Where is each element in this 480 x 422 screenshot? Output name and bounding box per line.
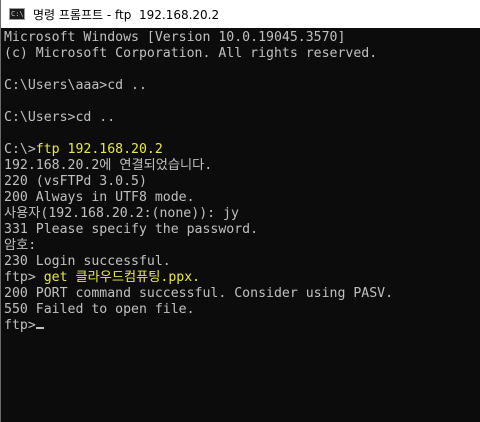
console-command-text: ftp 192.168.20.2 [35, 142, 163, 157]
command-prompt-window: 명령 프롬프트 - ftp 192.168.20.2 Microsoft Win… [0, 0, 480, 422]
console-line-text: 192.168.20.2에 연결되었습니다. [4, 158, 213, 173]
console-line-text: 사용자(192.168.20.2:(none)): jy [4, 206, 239, 221]
console-line: 331 Please specify the password. [4, 222, 478, 238]
window-title: 명령 프롬프트 - ftp 192.168.20.2 [33, 7, 220, 22]
console-line: C:\Users\aaa>cd .. [4, 78, 478, 94]
console-line: 230 Login successful. [4, 254, 478, 270]
console-line: 550 Failed to open file. [4, 302, 478, 318]
console-line: ftp> get 클라우드컴퓨팅.ppx. [4, 270, 478, 286]
console-line: 200 Always in UTF8 mode. [4, 190, 478, 206]
console-line: C:\>ftp 192.168.20.2 [4, 142, 478, 158]
console-line: ftp> [4, 318, 478, 334]
console-line: 220 (vsFTPd 3.0.5) [4, 174, 478, 190]
console-command-text: get 클라우드컴퓨팅.ppx. [43, 270, 201, 285]
console-line: 사용자(192.168.20.2:(none)): jy [4, 206, 478, 222]
console-line-text: (c) Microsoft Corporation. All rights re… [4, 46, 378, 61]
console-line-text: 550 Failed to open file. [4, 302, 195, 317]
console-line: Microsoft Windows [Version 10.0.19045.35… [4, 30, 478, 46]
console-output[interactable]: Microsoft Windows [Version 10.0.19045.35… [4, 30, 478, 420]
console-line-text: 331 Please specify the password. [4, 222, 259, 237]
console-line-text: ftp> [4, 318, 36, 333]
console-line: C:\Users>cd .. [4, 110, 478, 126]
console-line-text: 200 Always in UTF8 mode. [4, 190, 195, 205]
console-line: 200 PORT command successful. Consider us… [4, 286, 478, 302]
console-line-text: 230 Login successful. [4, 254, 171, 269]
console-line-text: ftp> [4, 270, 44, 285]
console-line: 192.168.20.2에 연결되었습니다. [4, 158, 478, 174]
title-bar[interactable]: 명령 프롬프트 - ftp 192.168.20.2 [1, 0, 480, 28]
text-cursor [35, 327, 44, 329]
console-line-text: 220 (vsFTPd 3.0.5) [4, 174, 147, 189]
console-line-text: 200 PORT command successful. Consider us… [4, 286, 394, 301]
cmd-icon [9, 8, 25, 20]
console-line-text: C:\> [4, 142, 36, 157]
console-line: 암호: [4, 238, 478, 254]
console-line-text: Microsoft Windows [Version 10.0.19045.35… [4, 30, 346, 45]
console-line-text: 암호: [4, 238, 37, 253]
console-line-text: C:\Users\aaa>cd .. [4, 78, 147, 93]
console-line-text: C:\Users>cd .. [4, 110, 116, 125]
console-line: (c) Microsoft Corporation. All rights re… [4, 46, 478, 62]
